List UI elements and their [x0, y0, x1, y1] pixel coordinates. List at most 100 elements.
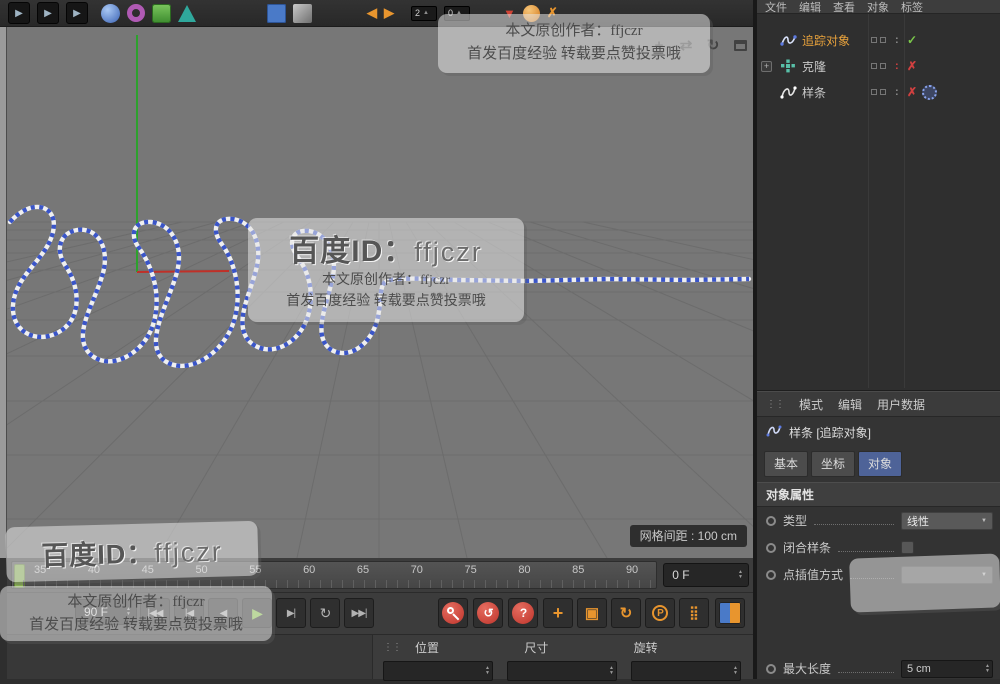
watermark-bottom-title: 百度ID：ffjczr — [5, 520, 259, 583]
tab-object[interactable]: 对象 — [858, 451, 903, 477]
attribute-object-title: 样条 [追踪对象] — [757, 417, 1000, 447]
max-length-field[interactable]: 5 cm ▲ ▼ — [901, 659, 993, 678]
watermark-corner — [849, 553, 1000, 613]
left-edge-strip — [0, 27, 7, 558]
cube-tool-icon[interactable] — [293, 3, 312, 23]
watermark-line: 本文原创作者：ffjczr — [67, 594, 205, 610]
split-layout-icon — [719, 602, 741, 624]
stepper-icon[interactable]: ▲▼ — [738, 570, 743, 580]
history-branch-icon[interactable]: ▶ — [66, 2, 88, 24]
autokey-circle: ↺ — [477, 602, 499, 624]
spline-title-icon — [766, 424, 782, 440]
current-frame-field[interactable]: 0 F ▲ ▼ — [663, 563, 749, 587]
dotted-sphere-tag-icon[interactable] — [922, 84, 937, 100]
tab-coordinates[interactable]: 坐标 — [811, 451, 856, 477]
watermark-id-name: ffjczr — [414, 237, 483, 267]
prop-row-type: 类型 线性 ▼ — [757, 507, 1000, 534]
object-label: 追踪对象 — [802, 33, 851, 48]
menu-file[interactable]: 文件 — [765, 0, 787, 13]
type-dropdown[interactable]: 线性 ▼ — [901, 511, 993, 530]
size-x-field[interactable]: ▲ ▼ — [507, 661, 617, 681]
sphere-tool-icon[interactable] — [101, 3, 120, 23]
kf-pla-toggle[interactable]: ⣿ — [679, 598, 709, 628]
mode-menu[interactable]: 模式 — [799, 396, 823, 413]
watermark-id-label: 百度ID： — [289, 235, 415, 268]
help-circle: ? — [512, 602, 534, 624]
enable-cross-icon[interactable]: ✗ — [907, 85, 917, 99]
watermark-line: 本文原创作者：ffjczr — [505, 23, 643, 39]
loop-button[interactable]: ↻ — [310, 598, 340, 628]
stepper-icon[interactable]: ▲▼ — [985, 663, 990, 674]
edit-menu[interactable]: 编辑 — [838, 396, 862, 413]
visibility-dots-icon[interactable]: : — [895, 34, 899, 46]
menu-tags[interactable]: 标签 — [901, 0, 923, 13]
menu-objects[interactable]: 对象 — [867, 0, 889, 13]
rotation-h-field[interactable]: ▲ ▼ — [631, 661, 741, 681]
tab-basic[interactable]: 基本 — [764, 451, 809, 477]
keyframe-dot-icon[interactable] — [766, 515, 776, 526]
layer-toggle-squares[interactable] — [871, 89, 886, 95]
stepper-icon[interactable]: ▲▼ — [609, 666, 614, 676]
visibility-dots-icon[interactable]: : — [895, 60, 899, 72]
keyframe-dot-icon[interactable] — [766, 542, 776, 553]
ring-tool-icon[interactable] — [127, 4, 145, 22]
expand-toggle-icon[interactable]: + — [761, 60, 772, 72]
chevron-down-icon: ▼ — [981, 517, 987, 524]
kf-scale-toggle[interactable]: ▣ — [577, 598, 607, 628]
attribute-manager: ⋮⋮ 模式 编辑 用户数据 样条 [追踪对象] 基本 坐标 对象 对象属性 类型… — [757, 390, 1000, 679]
enable-check-icon[interactable]: ✓ — [907, 33, 917, 47]
maximize-view-icon[interactable] — [731, 36, 749, 54]
object-label: 样条 — [802, 85, 827, 100]
kf-parameter-toggle[interactable]: P — [645, 598, 675, 628]
watermark-line: 本文原创作者：ffjczr — [321, 273, 451, 288]
toolbar-step-field[interactable]: 2 ▲ — [411, 5, 437, 21]
next-frame-button[interactable]: ▶| — [276, 598, 306, 628]
layer-toggle-squares[interactable] — [871, 37, 886, 43]
tracer-object-icon — [779, 32, 797, 48]
menu-view[interactable]: 查看 — [833, 0, 855, 13]
record-keyframe-button[interactable] — [438, 598, 468, 628]
object-row-cloner[interactable]: + 克隆 : ✗ — [757, 54, 1000, 78]
stepper-up-icon[interactable]: ▲ — [423, 10, 429, 16]
keyframe-help-button[interactable]: ? — [508, 598, 538, 628]
position-x-field[interactable]: ▲ ▼ — [383, 661, 493, 681]
object-row-tracer[interactable]: 追踪对象 : ✓ — [757, 28, 1000, 52]
tick-label: 60 — [303, 564, 316, 576]
history-forward-icon[interactable]: ▶ — [37, 2, 59, 24]
panel-divider[interactable] — [753, 0, 755, 679]
history-icon[interactable]: ▶ — [8, 2, 30, 24]
stepper-icon[interactable]: ▲▼ — [485, 666, 490, 676]
array-tool-icon[interactable] — [152, 3, 171, 23]
visibility-dots-icon[interactable]: : — [895, 86, 899, 98]
keyframe-dot-icon[interactable] — [766, 663, 776, 674]
arrow-left-icon: ◀ — [367, 5, 377, 20]
jump-end-icon: ▶▶| — [351, 607, 368, 619]
parameter-icon: P — [652, 605, 668, 621]
arrow-icon: ▶ — [73, 7, 81, 19]
current-frame-value: 0 F — [672, 568, 690, 582]
userdata-menu[interactable]: 用户数据 — [877, 396, 925, 413]
stepper-icon[interactable]: ▲▼ — [733, 666, 738, 676]
jump-end-button[interactable]: ▶▶| — [344, 598, 374, 628]
panel-handle-icon[interactable]: ⋮⋮ — [383, 642, 402, 653]
watermark-line: 首发百度经验 转载要点赞投票哦 — [286, 294, 486, 309]
cone-tool-icon[interactable] — [178, 4, 196, 22]
object-properties-section[interactable]: 对象属性 — [757, 482, 1000, 507]
plane-tool-icon[interactable] — [267, 3, 286, 23]
close-spline-checkbox[interactable] — [901, 541, 914, 554]
menu-edit[interactable]: 编辑 — [799, 0, 821, 13]
nudge-left-icon[interactable]: ◀ — [367, 5, 377, 21]
keyframe-dot-icon[interactable] — [766, 569, 776, 580]
enable-cross-icon[interactable]: ✗ — [907, 59, 917, 73]
autokey-button[interactable]: ↺ — [473, 598, 503, 628]
position-icon: + — [552, 602, 564, 623]
kf-rotation-toggle[interactable]: ↻ — [611, 598, 641, 628]
record-circle — [442, 602, 464, 624]
kf-position-toggle[interactable]: + — [543, 598, 573, 628]
object-row-spline[interactable]: 样条 : ✗ — [757, 80, 1000, 104]
layer-toggle-squares[interactable] — [871, 63, 886, 69]
prop-label: 闭合样条 — [783, 541, 832, 555]
panel-handle-icon[interactable]: ⋮⋮ — [766, 399, 785, 410]
layout-toggle-button[interactable] — [715, 598, 745, 628]
nudge-right-icon[interactable]: ▶ — [384, 5, 394, 21]
